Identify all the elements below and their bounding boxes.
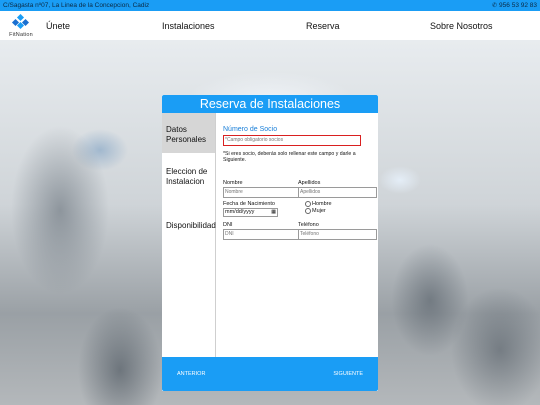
dni-label: DNI [223, 222, 233, 228]
hombre-label: Hombre [312, 201, 332, 207]
step-disponibilidad[interactable]: Disponibilidad [162, 221, 216, 235]
top-info-bar: C/Sagasta nº07, La Linea de la Concepcio… [0, 0, 540, 11]
previous-button[interactable]: ANTERIOR [177, 357, 205, 391]
card-title: Reserva de Instalaciones [162, 95, 378, 113]
next-button[interactable]: SIGUIENTE [333, 357, 363, 391]
dni-input[interactable] [223, 229, 300, 240]
phone-number: 956 53 92 83 [499, 2, 537, 9]
main-navbar: FitNation Únete Instalaciones Reserva So… [0, 11, 540, 40]
nav-link-instalaciones[interactable]: Instalaciones [162, 11, 215, 40]
brand-name: FitNation [9, 32, 33, 38]
step-datos-personales[interactable]: Datos Personales [162, 113, 215, 153]
address-text: C/Sagasta nº07, La Linea de la Concepcio… [3, 2, 150, 9]
socio-note: *Si eres socio, deberás solo rellenar es… [223, 151, 356, 163]
apellidos-label: Apellidos [298, 180, 321, 186]
nav-link-sobre-nosotros[interactable]: Sobre Nosotros [430, 11, 493, 40]
card-footer: ANTERIOR SIGUIENTE [162, 357, 378, 391]
nombre-label: Nombre [223, 180, 243, 186]
calendar-icon[interactable]: ▦ [271, 209, 276, 216]
socio-label: Número de Socio [223, 126, 278, 133]
apellidos-input[interactable] [298, 187, 377, 198]
telefono-input[interactable] [298, 229, 377, 240]
step-eleccion-instalacion[interactable]: Eleccion de Instalacion [162, 167, 215, 211]
form-content: Número de Socio *Si eres socio, deberás … [218, 113, 377, 357]
steps-sidebar: Datos Personales Eleccion de Instalacion… [162, 113, 216, 357]
mujer-label: Mujer [312, 208, 326, 214]
telefono-label: Teléfono [298, 222, 319, 228]
nav-link-reserva[interactable]: Reserva [306, 11, 340, 40]
radio-mujer[interactable] [305, 208, 311, 214]
reservation-card: Reserva de Instalaciones Datos Personale… [162, 95, 378, 391]
birthdate-input[interactable]: mm/dd/yyyy ▦ [223, 208, 278, 217]
brand-logo[interactable]: FitNation [6, 14, 33, 40]
radio-hombre[interactable] [305, 201, 311, 207]
socio-number-input[interactable] [223, 135, 361, 146]
birthdate-placeholder: mm/dd/yyyy [225, 209, 255, 215]
fecha-label: Fecha de Nacimiento [223, 201, 275, 207]
phone-icon: ✆ [492, 3, 498, 9]
fitnation-logo-icon [11, 14, 29, 30]
nombre-input[interactable] [223, 187, 300, 198]
nav-link-unete[interactable]: Únete [46, 11, 70, 40]
